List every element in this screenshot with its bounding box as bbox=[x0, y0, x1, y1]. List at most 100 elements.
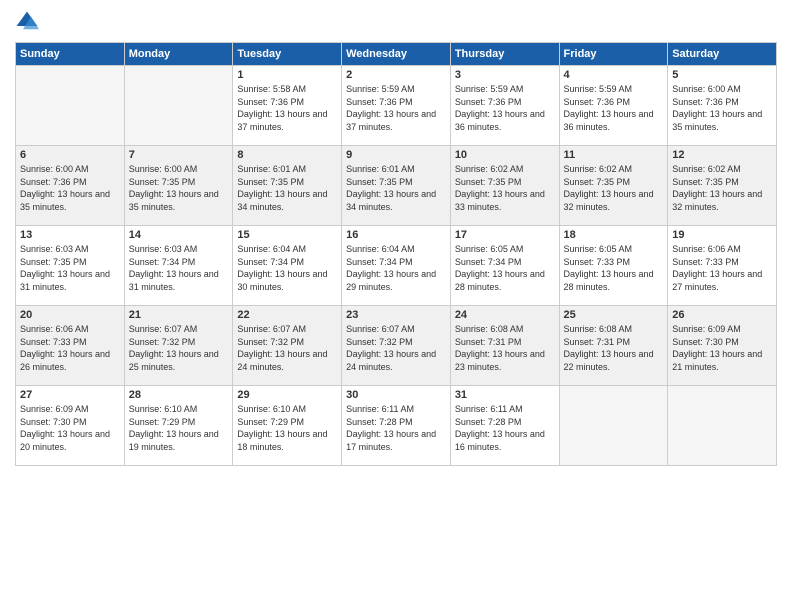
day-number: 27 bbox=[20, 389, 120, 401]
day-info: Sunrise: 6:02 AM Sunset: 7:35 PM Dayligh… bbox=[455, 163, 555, 213]
day-number: 21 bbox=[129, 309, 229, 321]
day-cell: 6Sunrise: 6:00 AM Sunset: 7:36 PM Daylig… bbox=[16, 146, 125, 226]
day-info: Sunrise: 6:04 AM Sunset: 7:34 PM Dayligh… bbox=[237, 243, 337, 293]
day-info: Sunrise: 6:06 AM Sunset: 7:33 PM Dayligh… bbox=[672, 243, 772, 293]
day-cell: 29 Sunrise: 6:10 AM Sunset: 7:29 PM Dayli… bbox=[233, 386, 342, 466]
day-cell: 17 Sunrise: 6:05 AM Sunset: 7:34 PM Dayli… bbox=[450, 226, 559, 306]
day-number: 10 bbox=[455, 149, 555, 161]
weekday-row: SundayMondayTuesdayWednesdayThursdayFrid… bbox=[16, 43, 777, 66]
weekday-header-tuesday: Tuesday bbox=[233, 43, 342, 66]
day-number: 31 bbox=[455, 389, 555, 401]
day-number: 5 bbox=[672, 69, 772, 81]
day-number: 3 bbox=[455, 69, 555, 81]
day-cell: 7 Sunrise: 6:00 AM Sunset: 7:35 PM Daylig… bbox=[124, 146, 233, 226]
day-number: 26 bbox=[672, 309, 772, 321]
weekday-header-sunday: Sunday bbox=[16, 43, 125, 66]
weekday-header-thursday: Thursday bbox=[450, 43, 559, 66]
logo-icon bbox=[15, 10, 39, 34]
day-cell: 25 Sunrise: 6:08 AM Sunset: 7:31 PM Dayli… bbox=[559, 306, 668, 386]
day-number: 13 bbox=[20, 229, 120, 241]
week-row-2: 6Sunrise: 6:00 AM Sunset: 7:36 PM Daylig… bbox=[16, 146, 777, 226]
day-number: 8 bbox=[237, 149, 337, 161]
day-info: Sunrise: 6:00 AM Sunset: 7:36 PM Dayligh… bbox=[20, 163, 120, 213]
day-number: 28 bbox=[129, 389, 229, 401]
day-cell: 12 Sunrise: 6:02 AM Sunset: 7:35 PM Dayli… bbox=[668, 146, 777, 226]
day-cell: 22Sunrise: 6:07 AM Sunset: 7:32 PM Dayli… bbox=[233, 306, 342, 386]
day-cell: 9 Sunrise: 6:01 AM Sunset: 7:35 PM Daylig… bbox=[342, 146, 451, 226]
day-number: 1 bbox=[237, 69, 337, 81]
day-info: Sunrise: 6:08 AM Sunset: 7:31 PM Dayligh… bbox=[455, 323, 555, 373]
day-cell: 5 Sunrise: 6:00 AM Sunset: 7:36 PM Daylig… bbox=[668, 66, 777, 146]
day-info: Sunrise: 6:03 AM Sunset: 7:35 PM Dayligh… bbox=[20, 243, 120, 293]
day-info: Sunrise: 6:00 AM Sunset: 7:36 PM Dayligh… bbox=[672, 83, 772, 133]
page: SundayMondayTuesdayWednesdayThursdayFrid… bbox=[0, 0, 792, 612]
day-info: Sunrise: 6:07 AM Sunset: 7:32 PM Dayligh… bbox=[237, 323, 337, 373]
day-cell bbox=[668, 386, 777, 466]
weekday-header-wednesday: Wednesday bbox=[342, 43, 451, 66]
day-info: Sunrise: 6:09 AM Sunset: 7:30 PM Dayligh… bbox=[20, 403, 120, 453]
weekday-header-friday: Friday bbox=[559, 43, 668, 66]
calendar-body: 1 Sunrise: 5:58 AM Sunset: 7:36 PM Daylig… bbox=[16, 66, 777, 466]
day-cell bbox=[16, 66, 125, 146]
day-cell: 27 Sunrise: 6:09 AM Sunset: 7:30 PM Dayli… bbox=[16, 386, 125, 466]
header bbox=[15, 10, 777, 34]
day-number: 30 bbox=[346, 389, 446, 401]
week-row-4: 20Sunrise: 6:06 AM Sunset: 7:33 PM Dayli… bbox=[16, 306, 777, 386]
day-cell: 11Sunrise: 6:02 AM Sunset: 7:35 PM Dayli… bbox=[559, 146, 668, 226]
day-number: 2 bbox=[346, 69, 446, 81]
day-number: 11 bbox=[564, 149, 664, 161]
day-number: 4 bbox=[564, 69, 664, 81]
calendar-table: SundayMondayTuesdayWednesdayThursdayFrid… bbox=[15, 42, 777, 466]
week-row-3: 13 Sunrise: 6:03 AM Sunset: 7:35 PM Dayli… bbox=[16, 226, 777, 306]
day-number: 9 bbox=[346, 149, 446, 161]
day-info: Sunrise: 6:04 AM Sunset: 7:34 PM Dayligh… bbox=[346, 243, 446, 293]
day-info: Sunrise: 6:01 AM Sunset: 7:35 PM Dayligh… bbox=[237, 163, 337, 213]
day-info: Sunrise: 5:59 AM Sunset: 7:36 PM Dayligh… bbox=[455, 83, 555, 133]
day-number: 16 bbox=[346, 229, 446, 241]
day-cell: 1 Sunrise: 5:58 AM Sunset: 7:36 PM Daylig… bbox=[233, 66, 342, 146]
logo bbox=[15, 10, 43, 34]
day-info: Sunrise: 6:05 AM Sunset: 7:33 PM Dayligh… bbox=[564, 243, 664, 293]
day-info: Sunrise: 6:03 AM Sunset: 7:34 PM Dayligh… bbox=[129, 243, 229, 293]
day-info: Sunrise: 5:59 AM Sunset: 7:36 PM Dayligh… bbox=[346, 83, 446, 133]
week-row-5: 27 Sunrise: 6:09 AM Sunset: 7:30 PM Dayli… bbox=[16, 386, 777, 466]
day-cell: 30Sunrise: 6:11 AM Sunset: 7:28 PM Dayli… bbox=[342, 386, 451, 466]
day-info: Sunrise: 5:58 AM Sunset: 7:36 PM Dayligh… bbox=[237, 83, 337, 133]
day-cell: 24 Sunrise: 6:08 AM Sunset: 7:31 PM Dayli… bbox=[450, 306, 559, 386]
day-cell: 26 Sunrise: 6:09 AM Sunset: 7:30 PM Dayli… bbox=[668, 306, 777, 386]
day-info: Sunrise: 6:08 AM Sunset: 7:31 PM Dayligh… bbox=[564, 323, 664, 373]
day-info: Sunrise: 6:05 AM Sunset: 7:34 PM Dayligh… bbox=[455, 243, 555, 293]
day-cell: 18 Sunrise: 6:05 AM Sunset: 7:33 PM Dayli… bbox=[559, 226, 668, 306]
day-cell: 15 Sunrise: 6:04 AM Sunset: 7:34 PM Dayli… bbox=[233, 226, 342, 306]
day-number: 23 bbox=[346, 309, 446, 321]
day-info: Sunrise: 6:00 AM Sunset: 7:35 PM Dayligh… bbox=[129, 163, 229, 213]
day-number: 17 bbox=[455, 229, 555, 241]
day-number: 14 bbox=[129, 229, 229, 241]
day-number: 24 bbox=[455, 309, 555, 321]
day-info: Sunrise: 6:11 AM Sunset: 7:28 PM Dayligh… bbox=[455, 403, 555, 453]
day-info: Sunrise: 6:07 AM Sunset: 7:32 PM Dayligh… bbox=[346, 323, 446, 373]
day-number: 25 bbox=[564, 309, 664, 321]
weekday-header-saturday: Saturday bbox=[668, 43, 777, 66]
day-info: Sunrise: 6:09 AM Sunset: 7:30 PM Dayligh… bbox=[672, 323, 772, 373]
day-info: Sunrise: 6:10 AM Sunset: 7:29 PM Dayligh… bbox=[237, 403, 337, 453]
week-row-1: 1 Sunrise: 5:58 AM Sunset: 7:36 PM Daylig… bbox=[16, 66, 777, 146]
day-cell: 10 Sunrise: 6:02 AM Sunset: 7:35 PM Dayli… bbox=[450, 146, 559, 226]
day-number: 12 bbox=[672, 149, 772, 161]
day-cell: 28Sunrise: 6:10 AM Sunset: 7:29 PM Dayli… bbox=[124, 386, 233, 466]
day-info: Sunrise: 6:06 AM Sunset: 7:33 PM Dayligh… bbox=[20, 323, 120, 373]
day-cell bbox=[559, 386, 668, 466]
day-cell: 31 Sunrise: 6:11 AM Sunset: 7:28 PM Dayli… bbox=[450, 386, 559, 466]
day-cell: 21 Sunrise: 6:07 AM Sunset: 7:32 PM Dayli… bbox=[124, 306, 233, 386]
day-cell: 14 Sunrise: 6:03 AM Sunset: 7:34 PM Dayli… bbox=[124, 226, 233, 306]
day-number: 15 bbox=[237, 229, 337, 241]
day-number: 7 bbox=[129, 149, 229, 161]
day-info: Sunrise: 5:59 AM Sunset: 7:36 PM Dayligh… bbox=[564, 83, 664, 133]
day-info: Sunrise: 6:07 AM Sunset: 7:32 PM Dayligh… bbox=[129, 323, 229, 373]
weekday-header-monday: Monday bbox=[124, 43, 233, 66]
day-number: 18 bbox=[564, 229, 664, 241]
day-info: Sunrise: 6:01 AM Sunset: 7:35 PM Dayligh… bbox=[346, 163, 446, 213]
day-info: Sunrise: 6:02 AM Sunset: 7:35 PM Dayligh… bbox=[672, 163, 772, 213]
day-cell: 13 Sunrise: 6:03 AM Sunset: 7:35 PM Dayli… bbox=[16, 226, 125, 306]
day-number: 29 bbox=[237, 389, 337, 401]
